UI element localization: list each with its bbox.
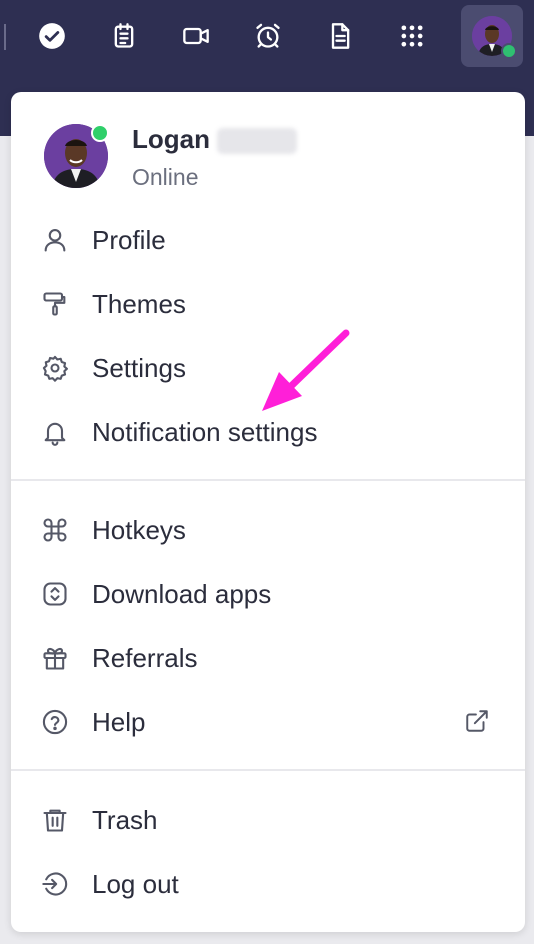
user-dropdown-menu: Logan Online Profile Themes Settings Not…	[11, 92, 525, 932]
redacted-surname	[217, 128, 297, 154]
menu-item-label: Hotkeys	[92, 515, 186, 545]
clipboard-icon[interactable]	[108, 20, 140, 52]
external-link-icon	[464, 708, 490, 734]
menu-item-profile[interactable]: Profile	[11, 212, 525, 268]
logout-icon	[41, 870, 69, 898]
menu-item-label: Profile	[92, 225, 166, 255]
gift-icon	[41, 644, 69, 672]
document-icon[interactable]	[324, 20, 356, 52]
user-header: Logan Online	[11, 92, 525, 202]
menu-item-label: Referrals	[92, 643, 198, 673]
menu-item-themes[interactable]: Themes	[11, 276, 525, 332]
video-icon[interactable]	[180, 20, 212, 52]
menu-item-trash[interactable]: Trash	[11, 792, 525, 848]
user-status: Online	[132, 164, 199, 190]
menu-item-label: Notification settings	[92, 417, 318, 447]
menu-item-hotkeys[interactable]: Hotkeys	[11, 502, 525, 558]
menu-item-help[interactable]: Help	[11, 694, 525, 750]
command-icon	[41, 516, 69, 544]
help-circle-icon	[41, 708, 69, 736]
user-name: Logan	[132, 124, 210, 154]
online-status-dot	[91, 124, 109, 142]
menu-item-settings[interactable]: Settings	[11, 340, 525, 396]
gear-icon	[41, 354, 69, 382]
menu-item-label: Settings	[92, 353, 186, 383]
alarm-clock-icon[interactable]	[252, 20, 284, 52]
paint-roller-icon	[41, 290, 69, 318]
trash-icon	[41, 806, 69, 834]
menu-item-label: Trash	[92, 805, 158, 835]
menu-item-download-apps[interactable]: Download apps	[11, 566, 525, 622]
download-apps-icon	[41, 580, 69, 608]
menu-item-label: Log out	[92, 869, 179, 899]
menu-item-notification-settings[interactable]: Notification settings	[11, 404, 525, 460]
person-icon	[41, 226, 69, 254]
menu-divider	[11, 479, 525, 481]
menu-divider	[11, 769, 525, 771]
check-circle-icon[interactable]	[36, 20, 68, 52]
online-status-dot	[501, 43, 517, 59]
bell-icon	[41, 418, 69, 446]
menu-item-label: Themes	[92, 289, 186, 319]
menu-item-referrals[interactable]: Referrals	[11, 630, 525, 686]
menu-item-label: Help	[92, 707, 146, 737]
user-avatar-button[interactable]	[461, 5, 523, 67]
apps-grid-icon[interactable]	[396, 20, 428, 52]
toolbar-separator	[4, 24, 6, 50]
menu-item-label: Download apps	[92, 579, 272, 609]
menu-item-log-out[interactable]: Log out	[11, 856, 525, 912]
